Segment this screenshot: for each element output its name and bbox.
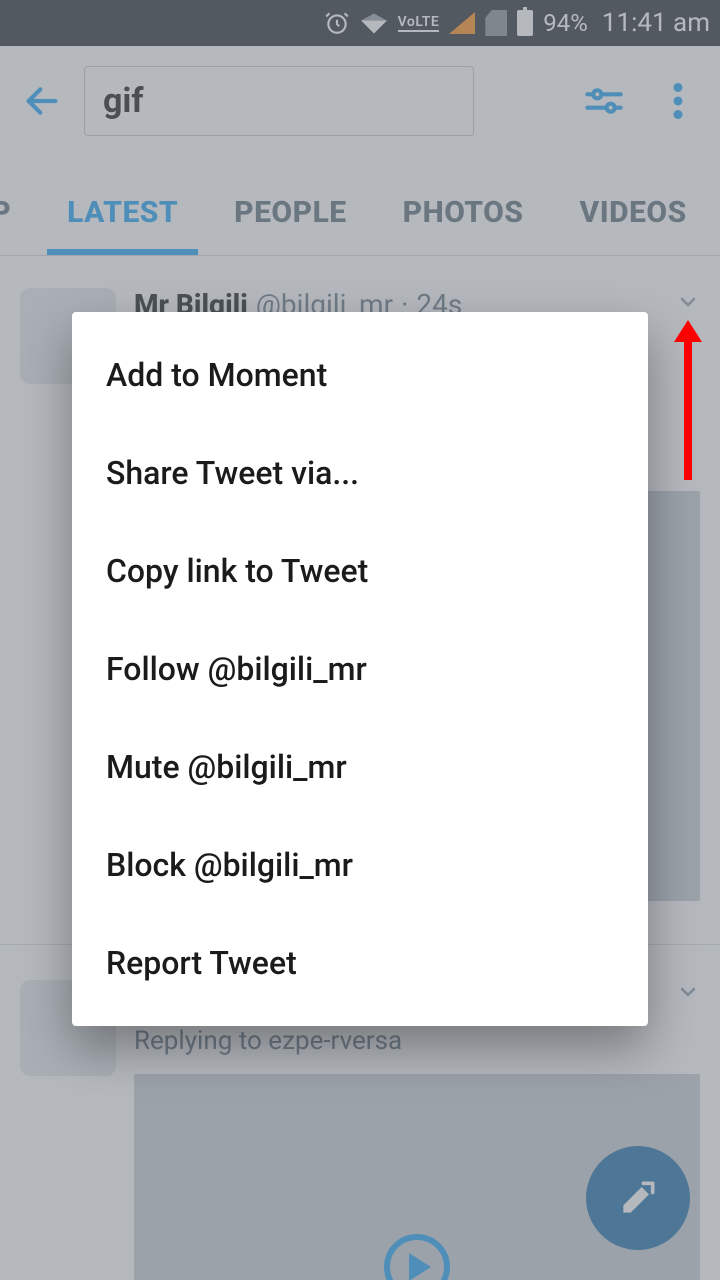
menu-report[interactable]: Report Tweet (72, 914, 648, 1012)
menu-copy-link[interactable]: Copy link to Tweet (72, 522, 648, 620)
menu-add-to-moment[interactable]: Add to Moment (72, 326, 648, 424)
menu-mute[interactable]: Mute @bilgili_mr (72, 718, 648, 816)
menu-share-tweet[interactable]: Share Tweet via... (72, 424, 648, 522)
menu-follow[interactable]: Follow @bilgili_mr (72, 620, 648, 718)
tweet-context-menu: Add to Moment Share Tweet via... Copy li… (72, 312, 648, 1026)
menu-block[interactable]: Block @bilgili_mr (72, 816, 648, 914)
